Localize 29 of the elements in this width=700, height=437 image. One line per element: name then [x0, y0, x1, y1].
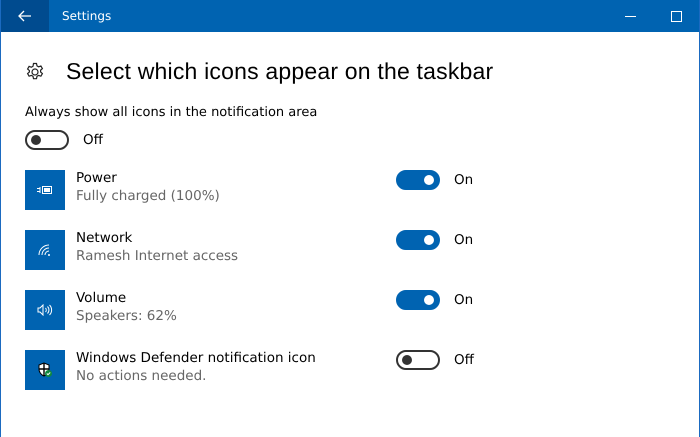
item-name: Volume: [76, 290, 128, 306]
settings-icon: [25, 62, 45, 82]
item-status: No actions needed.: [76, 368, 208, 384]
page-heading: Select which icons appear on the taskbar: [66, 58, 494, 85]
toggle-switch[interactable]: [396, 290, 440, 310]
toggle-state: On: [454, 172, 474, 188]
item-status: Ramesh Internet access: [76, 248, 240, 264]
speaker-icon: [37, 304, 53, 316]
battery-icon: [37, 185, 53, 195]
item-status: Speakers: 62%: [76, 308, 178, 324]
toggle-state: Off: [454, 352, 474, 368]
setting-label: Always show all icons in the notification area: [25, 105, 318, 120]
item-name: Power: [76, 170, 118, 186]
window-title: Settings: [62, 9, 112, 23]
maximize-icon: [670, 10, 682, 22]
toggle-switch[interactable]: [396, 230, 440, 250]
wifi-icon: [38, 244, 52, 256]
shield-icon: [37, 362, 53, 378]
toggle-switch[interactable]: [396, 350, 440, 370]
toggle-state: On: [454, 232, 474, 248]
toggle-state: On: [454, 292, 474, 308]
back-button[interactable]: [1, 0, 49, 32]
toggle-switch[interactable]: [25, 130, 69, 150]
item-status: Fully charged (100%): [76, 188, 221, 204]
back-arrow-icon: [18, 10, 32, 22]
item-name: Windows Defender notification icon: [76, 350, 317, 366]
toggle-switch[interactable]: [396, 170, 440, 190]
item-name: Network: [76, 230, 134, 246]
toggle-state: Off: [83, 132, 103, 148]
